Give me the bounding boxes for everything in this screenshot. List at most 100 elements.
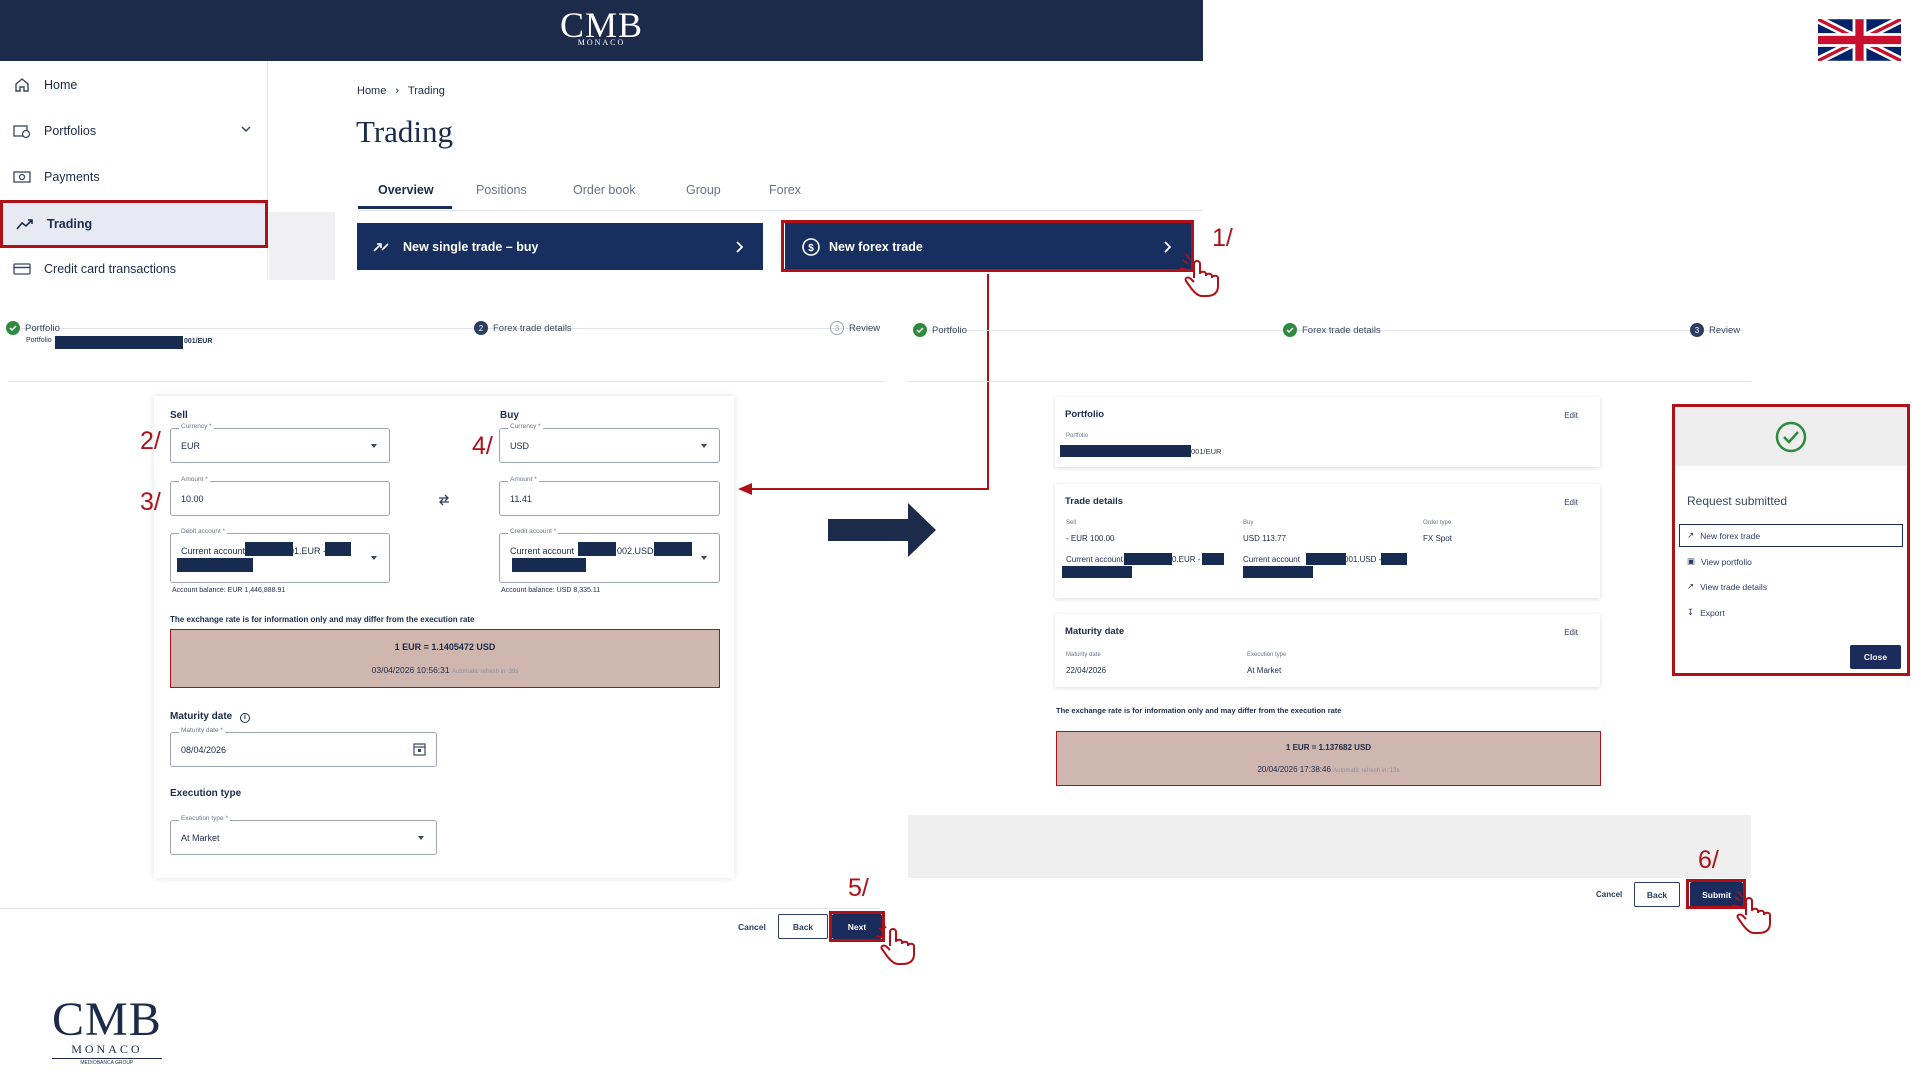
sidebar-item-label: Portfolios <box>44 124 97 138</box>
right-step-portfolio: Portfolio <box>913 323 967 337</box>
dropdown-caret-icon <box>371 444 377 448</box>
chevron-down-icon[interactable] <box>240 123 252 135</box>
breadcrumb-home[interactable]: Home <box>357 85 386 97</box>
payments-icon <box>0 169 44 185</box>
sidebar-item-credit-card[interactable]: Credit card transactions <box>0 246 268 292</box>
request-submitted-modal: Request submitted ↗ New forex trade ▣ Vi… <box>1672 404 1910 676</box>
review-exchange-rate: 1 EUR = 1.137682 USD <box>1285 743 1372 752</box>
right-step-review: 3 Review <box>1690 323 1740 337</box>
redacted-block <box>578 542 616 556</box>
review-portfolio-value: 001/EUR <box>1191 447 1222 456</box>
breadcrumb-current: Trading <box>407 85 445 97</box>
modal-view-trade-details[interactable]: ↗ View trade details <box>1687 581 1767 592</box>
uk-flag-icon[interactable] <box>1818 19 1901 61</box>
sidebar-item-trading[interactable]: Trading <box>0 200 268 248</box>
modal-view-portfolio[interactable]: ▣ View portfolio <box>1687 556 1752 567</box>
sidebar-item-portfolios[interactable]: Portfolios <box>0 108 268 154</box>
left-step-portfolio: Portfolio <box>6 321 60 335</box>
right-cancel-button[interactable]: Cancel <box>1596 890 1622 899</box>
success-check-icon <box>1775 421 1807 453</box>
dropdown-caret-icon <box>701 444 707 448</box>
sell-currency-select[interactable]: Currency * EUR <box>170 423 390 463</box>
step-label: Forex trade details <box>493 322 572 334</box>
redacted-block <box>512 558 586 572</box>
portfolio-icon: ▣ <box>1687 556 1696 566</box>
calendar-icon[interactable] <box>413 742 426 756</box>
step-label: Portfolio <box>932 324 967 336</box>
modal-close-button[interactable]: Close <box>1850 645 1901 669</box>
step-label-3: 3/ <box>140 488 161 516</box>
step-label: Portfolio <box>25 322 60 334</box>
dropdown-caret-icon <box>371 556 377 560</box>
left-back-button[interactable]: Back <box>778 914 828 939</box>
sidebar-item-home[interactable]: Home <box>0 62 268 108</box>
step-label-4: 4/ <box>472 432 493 460</box>
step-label: Forex trade details <box>1302 324 1381 336</box>
tab-active-indicator <box>358 206 452 209</box>
tabs-divider <box>358 210 1203 211</box>
sidebar-item-label: Trading <box>47 217 93 231</box>
exchange-rate-box: 1 EUR = 1.1405472 USD 03/04/2026 10:56:3… <box>170 629 720 688</box>
info-icon[interactable]: i <box>240 713 251 723</box>
swap-icon[interactable] <box>437 494 451 506</box>
modal-export[interactable]: ↧ Export <box>1687 607 1725 618</box>
flow-arrow-icon <box>828 503 936 557</box>
tab-overview[interactable]: Overview <box>378 183 434 197</box>
buy-title: Buy <box>500 410 519 421</box>
step-label: Review <box>1709 324 1741 336</box>
step-label-1: 1/ <box>1212 224 1233 252</box>
sell-title: Sell <box>170 410 188 421</box>
sidebar-item-payments[interactable]: Payments <box>0 154 268 200</box>
page-title: Trading <box>356 114 454 149</box>
step-number: 3 <box>830 321 844 335</box>
tab-positions[interactable]: Positions <box>476 183 527 197</box>
redacted-block <box>1306 553 1346 565</box>
chevron-right-icon <box>736 240 743 253</box>
download-icon: ↧ <box>1687 607 1695 617</box>
connector-horizontal <box>750 488 989 490</box>
maturity-title: Maturity date i <box>170 711 251 723</box>
step-label: Review <box>849 322 881 334</box>
left-cancel-button[interactable]: Cancel <box>738 922 766 932</box>
review-rate-timestamp: 20/04/2026 17:38:46 Automatic refresh in… <box>1257 765 1400 774</box>
sidebar-item-label: Credit card transactions <box>44 262 177 276</box>
left-stepper-line <box>20 328 878 329</box>
buy-currency-select[interactable]: Currency * USD <box>499 423 720 463</box>
edit-trade-link[interactable]: Edit <box>1564 498 1578 507</box>
sell-amount-input[interactable]: Amount * 10.00 <box>170 476 390 516</box>
edit-portfolio-link[interactable]: Edit <box>1564 411 1578 420</box>
trade-arrows-icon <box>373 242 389 252</box>
breadcrumb: Home › Trading <box>357 85 445 97</box>
modal-new-forex-trade[interactable]: ↗ New forex trade <box>1687 530 1760 541</box>
connector-arrowhead-icon <box>738 483 752 495</box>
buy-account-balance: Account balance: USD 8,335.11 <box>501 587 601 594</box>
sell-account-balance: Account balance: EUR 1,446,888.91 <box>172 587 286 594</box>
redacted-block <box>1062 566 1132 578</box>
redacted-block <box>1124 553 1172 565</box>
tab-group[interactable]: Group <box>686 183 721 197</box>
new-single-trade-button[interactable]: New single trade – buy <box>357 223 763 270</box>
redacted-block <box>1202 553 1224 565</box>
pointer-hand-icon <box>1180 254 1219 297</box>
tab-forex[interactable]: Forex <box>769 183 801 197</box>
pointer-hand-icon <box>1732 891 1771 934</box>
left-step-forex-details: 2 Forex trade details <box>474 321 572 335</box>
redacted-block <box>245 542 293 556</box>
step-label-5: 5/ <box>848 874 869 902</box>
sidebar-gap <box>269 212 335 280</box>
trade-arrows-icon: ↗ <box>1687 581 1695 591</box>
footer-logo: CMB MONACO MEDIOBANCA GROUP <box>52 993 162 1066</box>
execution-type-select[interactable]: Execution type * At Market <box>170 815 437 855</box>
left-footer-divider <box>0 908 880 909</box>
redacted-block <box>177 558 253 572</box>
tab-order-book[interactable]: Order book <box>573 183 636 197</box>
execution-title: Execution type <box>170 788 242 799</box>
step-number: 3 <box>1690 323 1704 337</box>
buy-amount-input[interactable]: Amount * 11.41 <box>499 476 720 516</box>
right-back-button[interactable]: Back <box>1634 882 1680 907</box>
edit-maturity-link[interactable]: Edit <box>1564 628 1578 637</box>
maturity-date-input[interactable]: Maturity date * 08/04/2026 <box>170 727 437 767</box>
trade-arrows-icon: ↗ <box>1687 530 1695 540</box>
redacted-block <box>654 542 692 556</box>
check-icon <box>1283 323 1297 337</box>
